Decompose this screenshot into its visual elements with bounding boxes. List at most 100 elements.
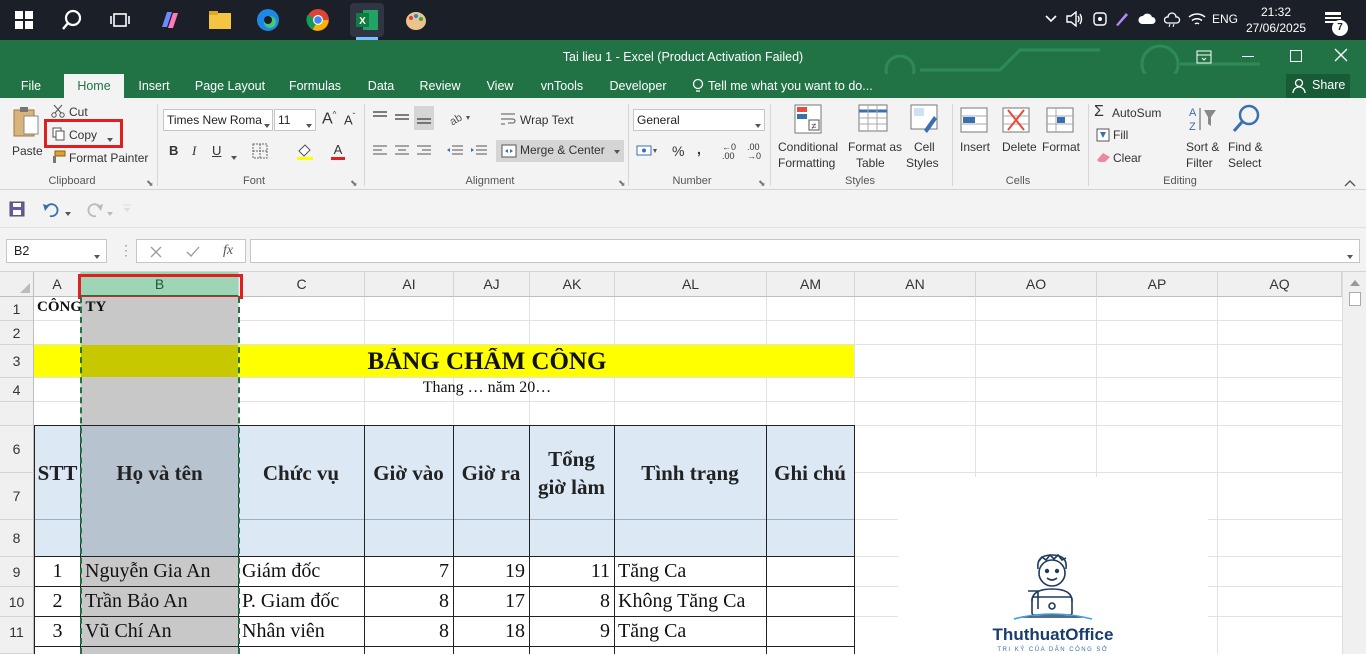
- number-launcher-icon[interactable]: ⬊: [758, 178, 766, 189]
- italic-button[interactable]: I: [192, 143, 196, 159]
- cell-total[interactable]: 8: [529, 590, 610, 613]
- fill-color-icon[interactable]: [296, 142, 314, 163]
- orientation-icon[interactable]: ab: [448, 110, 472, 129]
- fill-button[interactable]: Fill: [1113, 128, 1128, 142]
- row-header-8[interactable]: 8: [0, 520, 34, 557]
- font-size-dropdown-icon[interactable]: [305, 118, 313, 132]
- sheet-subtitle[interactable]: Thang … năm 20…: [238, 379, 736, 397]
- name-box-dropdown-icon[interactable]: [93, 249, 101, 263]
- delete-cells-button[interactable]: Delete: [998, 104, 1038, 174]
- column-header-an[interactable]: AN: [855, 272, 976, 297]
- increase-indent-icon[interactable]: [470, 144, 488, 161]
- cell-stt[interactable]: 1: [34, 560, 81, 583]
- weather-icon[interactable]: [1163, 11, 1182, 30]
- chevron-up-icon[interactable]: [1044, 12, 1058, 29]
- share-button[interactable]: Share: [1286, 74, 1350, 98]
- cell-stt[interactable]: 3: [34, 620, 81, 643]
- cell-time-out[interactable]: 18: [453, 620, 525, 643]
- row-header-10[interactable]: 10: [0, 587, 34, 617]
- header-stt[interactable]: STT: [34, 426, 81, 520]
- bold-button[interactable]: B: [169, 143, 178, 158]
- column-header-ak[interactable]: AK: [530, 272, 615, 297]
- header-position[interactable]: Chức vụ: [238, 426, 364, 520]
- column-header-c[interactable]: C: [239, 272, 365, 297]
- comma-icon[interactable]: ,: [697, 141, 701, 157]
- currency-icon[interactable]: [636, 144, 658, 161]
- format-painter-button[interactable]: Format Painter: [69, 151, 148, 165]
- row-header-11[interactable]: 11: [0, 617, 34, 654]
- formula-input[interactable]: [250, 239, 1360, 263]
- autosum-button[interactable]: AutoSum: [1112, 106, 1161, 120]
- cloud-icon[interactable]: [1138, 13, 1156, 28]
- cell-time-in[interactable]: 7: [364, 560, 449, 583]
- select-all-corner[interactable]: [0, 272, 34, 297]
- format-cells-button[interactable]: Format: [1040, 104, 1084, 174]
- number-format-select[interactable]: General: [633, 109, 765, 131]
- tab-vntools[interactable]: vnTools: [534, 74, 590, 98]
- number-format-dropdown-icon[interactable]: [754, 118, 762, 132]
- tab-developer[interactable]: Developer: [604, 74, 672, 98]
- ribbon-display-options-icon[interactable]: [1196, 50, 1212, 67]
- clear-button[interactable]: Clear: [1113, 151, 1142, 165]
- align-top-icon[interactable]: [372, 110, 388, 127]
- vertical-scrollbar[interactable]: [1342, 272, 1366, 654]
- cut-button[interactable]: Cut: [69, 105, 88, 119]
- cell-time-in[interactable]: 8: [364, 590, 449, 613]
- wifi-icon[interactable]: [1188, 12, 1206, 30]
- tab-formulas[interactable]: Formulas: [282, 74, 348, 98]
- minimize-icon[interactable]: [1242, 56, 1254, 57]
- align-left-icon[interactable]: [372, 144, 388, 161]
- row-header-4[interactable]: 4: [0, 378, 34, 402]
- tab-home[interactable]: Home: [64, 74, 124, 98]
- tab-insert[interactable]: Insert: [132, 74, 176, 98]
- task-view-icon[interactable]: [106, 6, 134, 34]
- tab-view[interactable]: View: [480, 74, 520, 98]
- tell-me-search[interactable]: Tell me what you want to do...: [708, 74, 874, 98]
- cell-position[interactable]: Giám đốc: [242, 560, 362, 583]
- cell-total[interactable]: 9: [529, 620, 610, 643]
- redo-icon[interactable]: [84, 200, 104, 221]
- header-note[interactable]: Ghi chú: [766, 426, 854, 520]
- cell-styles-button[interactable]: Cell Styles: [904, 104, 948, 174]
- increase-decimal-icon[interactable]: ←0.00: [722, 143, 736, 161]
- column-header-aq[interactable]: AQ: [1218, 272, 1342, 297]
- clock[interactable]: 21:32 27/06/2025: [1246, 4, 1306, 36]
- column-header-ao[interactable]: AO: [976, 272, 1097, 297]
- clipboard-launcher-icon[interactable]: ⬊: [146, 178, 154, 189]
- borders-icon[interactable]: [252, 143, 268, 162]
- align-center-icon[interactable]: [394, 144, 410, 161]
- row-header-6[interactable]: 6: [0, 426, 34, 473]
- merge-center-button[interactable]: Merge & Center: [496, 140, 624, 162]
- file-explorer-icon[interactable]: [206, 6, 234, 34]
- copy-button[interactable]: Copy: [69, 128, 97, 142]
- pen-icon[interactable]: [1114, 11, 1130, 30]
- cell-status[interactable]: Tăng Ca: [618, 560, 766, 583]
- insert-cells-button[interactable]: Insert: [956, 104, 996, 174]
- cell-time-in[interactable]: 8: [364, 620, 449, 643]
- row-header-1[interactable]: 1: [0, 297, 34, 321]
- column-header-ap[interactable]: AP: [1097, 272, 1218, 297]
- format-as-table-button[interactable]: Format as Table: [846, 104, 902, 174]
- camera-icon[interactable]: [1092, 11, 1108, 30]
- column-header-aj[interactable]: AJ: [454, 272, 530, 297]
- tab-data[interactable]: Data: [362, 74, 400, 98]
- row-header-5-hidden[interactable]: [0, 402, 34, 426]
- insert-function-icon[interactable]: fx: [223, 243, 233, 259]
- underline-dropdown-icon[interactable]: [230, 150, 238, 164]
- row-header-9[interactable]: 9: [0, 557, 34, 587]
- search-icon[interactable]: [58, 6, 86, 34]
- font-name-dropdown-icon[interactable]: [263, 118, 271, 132]
- tab-file[interactable]: File: [12, 74, 50, 98]
- merge-dropdown-icon[interactable]: [613, 149, 621, 155]
- undo-icon[interactable]: [42, 200, 62, 221]
- grow-font-icon[interactable]: A^: [322, 110, 336, 128]
- cancel-entry-icon[interactable]: [150, 246, 162, 258]
- cell-position[interactable]: Nhân viên: [242, 620, 362, 643]
- column-header-a[interactable]: A: [34, 272, 81, 297]
- sheet-title[interactable]: BẢNG CHẤM CÔNG: [238, 348, 736, 376]
- font-launcher-icon[interactable]: ⬊: [350, 178, 358, 189]
- find-select-button[interactable]: Find & Select: [1226, 104, 1270, 174]
- column-header-al[interactable]: AL: [615, 272, 767, 297]
- shrink-font-icon[interactable]: Aˇ: [344, 112, 355, 127]
- save-icon[interactable]: [9, 201, 25, 220]
